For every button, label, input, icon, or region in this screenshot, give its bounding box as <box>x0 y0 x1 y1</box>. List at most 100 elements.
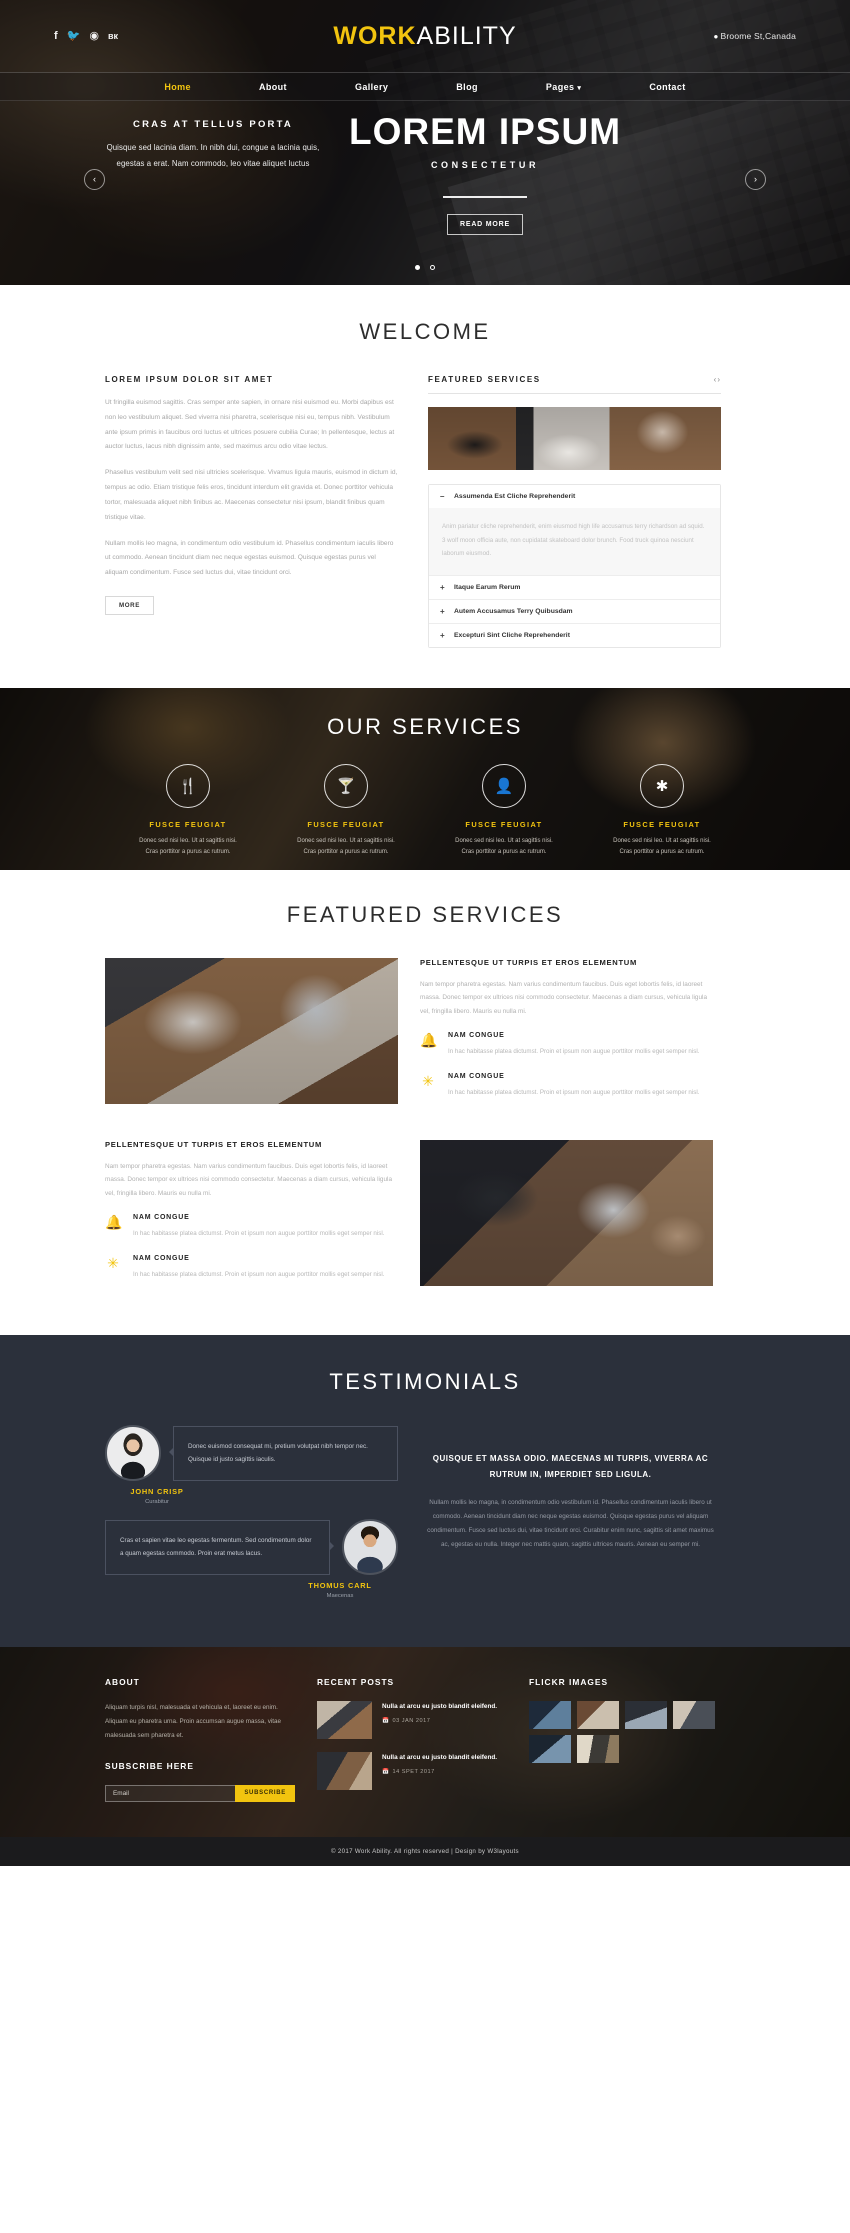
accordion-header-4[interactable]: + Excepturi Sint Cliche Reprehenderit <box>429 623 720 647</box>
bullet-title: NAM CONGUE <box>448 1072 505 1080</box>
nav-item-gallery[interactable]: Gallery <box>321 82 422 92</box>
post-thumbnail <box>317 1752 372 1791</box>
nav-item-home[interactable]: Home <box>130 82 225 92</box>
facebook-icon[interactable]: f <box>54 30 58 42</box>
minus-icon: – <box>440 492 445 501</box>
bullet-text: In hac habitasse platea dictumst. Proin … <box>448 1048 700 1056</box>
slider-dot-2[interactable] <box>430 265 436 270</box>
accordion-item: + Itaque Earum Rerum <box>429 575 720 600</box>
slider-pagination <box>0 257 850 275</box>
author-name-1: JOHN CRISP <box>130 1487 184 1497</box>
featured-heading-1: PELLENTESQUE UT TURPIS ET EROS ELEMENTUM <box>420 957 638 967</box>
accordion-item: + Excepturi Sint Cliche Reprehenderit <box>429 623 720 647</box>
nav-pages-label: Pages <box>545 81 575 92</box>
vk-icon[interactable]: вк <box>108 31 118 41</box>
featured-services-widget: FEATURED SERVICES ‹› – Assumenda Est Cli… <box>428 375 721 648</box>
accordion-header-3[interactable]: + Autem Accusamus Terry Quibusdam <box>429 599 720 623</box>
our-services-section: OUR SERVICES 🍴 FUSCE FEUGIAT Donec sed n… <box>0 687 850 870</box>
nav-item-about[interactable]: About <box>225 82 321 92</box>
our-services-title: OUR SERVICES <box>327 713 523 739</box>
recent-post-item[interactable]: Nulla at arcu eu justo blandit eleifend.… <box>317 1701 507 1740</box>
post-thumbnail <box>317 1701 372 1740</box>
slider-dot-1[interactable] <box>414 265 420 270</box>
post-date: 📅 14 SPET 2017 <box>382 1769 497 1775</box>
bell-icon: 🔔 <box>105 1214 123 1231</box>
user-icon: 👤 <box>482 763 526 808</box>
accordion-header-1[interactable]: – Assumenda Est Cliche Reprehenderit <box>429 485 720 508</box>
service-title-1: FUSCE FEUGIAT <box>149 819 227 829</box>
more-button[interactable]: MORE <box>105 596 154 616</box>
service-card-3[interactable]: 👤 FUSCE FEUGIAT Donec sed nisi leo. Ut a… <box>448 763 560 859</box>
featured-heading-2: PELLENTESQUE UT TURPIS ET EROS ELEMENTUM <box>105 1139 323 1149</box>
copyright-text: © 2017 Work Ability. All rights reserved… <box>331 1848 519 1856</box>
welcome-paragraph-1: Ut fringilla euismod sagittis. Cras semp… <box>105 399 395 451</box>
subscribe-email-input[interactable] <box>105 1784 236 1802</box>
read-more-button[interactable]: READ MORE <box>447 213 523 235</box>
footer-flickr-title: FLICKR IMAGES <box>529 1677 609 1688</box>
nav-item-blog[interactable]: Blog <box>422 82 512 92</box>
accordion-header-2[interactable]: + Itaque Earum Rerum <box>429 575 720 599</box>
service-text-2: Donec sed nisi leo. Ut at sagittis nisi.… <box>297 837 395 856</box>
service-card-2[interactable]: 🍸 FUSCE FEUGIAT Donec sed nisi leo. Ut a… <box>290 763 402 859</box>
accordion-body-1: Anim pariatur cliche reprehenderit, enim… <box>429 508 720 575</box>
testimonial-item-2: Cras et sapien vitae leo egestas ferment… <box>105 1519 398 1576</box>
footer-about-column: ABOUT Aliquam turpis nisl, malesuada et … <box>105 1677 295 1803</box>
welcome-text-column: LOREM IPSUM DOLOR SIT AMET Ut fringilla … <box>105 375 398 648</box>
flickr-thumb[interactable] <box>577 1701 619 1730</box>
service-text-3: Donec sed nisi leo. Ut at sagittis nisi.… <box>455 837 553 856</box>
testimonial-quote-2: Cras et sapien vitae leo egestas ferment… <box>105 1519 334 1576</box>
subscribe-button[interactable]: SUBSCRIBE <box>235 1784 295 1802</box>
slider-next-button[interactable]: › <box>745 169 766 190</box>
flickr-thumb[interactable] <box>625 1701 667 1730</box>
logo-bold: WORK <box>333 21 417 50</box>
accordion-item: – Assumenda Est Cliche Reprehenderit Ani… <box>429 485 720 576</box>
welcome-title: WELCOME <box>359 319 491 344</box>
bullet-text: In hac habitasse platea dictumst. Proin … <box>448 1088 700 1096</box>
footer-recent-title: RECENT POSTS <box>317 1677 395 1688</box>
logo-light: ABILITY <box>416 21 517 50</box>
plus-icon: + <box>440 630 445 640</box>
flickr-thumb[interactable] <box>577 1735 619 1764</box>
calendar-icon: 📅 <box>382 1718 390 1725</box>
carousel-next-icon[interactable]: › <box>717 375 721 384</box>
service-card-4[interactable]: ✱ FUSCE FEUGIAT Donec sed nisi leo. Ut a… <box>606 763 718 859</box>
flickr-thumb[interactable] <box>673 1701 715 1730</box>
service-card-1[interactable]: 🍴 FUSCE FEUGIAT Donec sed nisi leo. Ut a… <box>132 763 244 859</box>
chevron-down-icon: ▾ <box>577 84 582 92</box>
post-date-text: 14 SPET 2017 <box>392 1769 435 1776</box>
welcome-heading: LOREM IPSUM DOLOR SIT AMET <box>105 375 274 384</box>
flickr-thumb[interactable] <box>529 1701 571 1730</box>
slide-divider <box>443 195 527 198</box>
location-pin-icon: ● <box>713 32 719 41</box>
service-title-3: FUSCE FEUGIAT <box>465 819 543 829</box>
post-title[interactable]: Nulla at arcu eu justo blandit eleifend. <box>382 1752 497 1764</box>
featured-services-carousel-controls[interactable]: ‹› <box>714 375 721 384</box>
featured-block-1: PELLENTESQUE UT TURPIS ET EROS ELEMENTUM… <box>420 958 713 1114</box>
footer-about-title: ABOUT <box>105 1677 140 1688</box>
social-links: f 🐦 ◉ вк <box>54 30 254 42</box>
twitter-icon[interactable]: 🐦 <box>67 30 81 42</box>
recent-post-item[interactable]: Nulla at arcu eu justo blandit eleifend.… <box>317 1752 507 1791</box>
nav-item-pages[interactable]: Pages ▾ <box>512 82 615 92</box>
featured-services-title: FEATURED SERVICES <box>286 901 564 927</box>
slider-prev-button[interactable]: ‹ <box>84 169 105 190</box>
testimonial-author-2: THOMUS CARL Maecenas <box>295 1581 385 1599</box>
welcome-paragraph-3: Nullam mollis leo magna, in condimentum … <box>105 539 394 577</box>
bullet-title: NAM CONGUE <box>448 1032 505 1040</box>
post-title[interactable]: Nulla at arcu eu justo blandit eleifend. <box>382 1701 497 1713</box>
header-address: ● Broome St,Canada <box>596 31 796 41</box>
slide-subtitle: CONSECTETUR <box>430 159 540 170</box>
flickr-thumb[interactable] <box>529 1735 571 1764</box>
testimonials-title: TESTIMONIALS <box>329 1369 521 1395</box>
rss-icon[interactable]: ◉ <box>89 30 99 42</box>
nav-item-contact[interactable]: Contact <box>615 82 719 92</box>
asterisk-icon: ✱ <box>640 763 684 808</box>
service-title-4: FUSCE FEUGIAT <box>623 819 701 829</box>
testimonials-list: Donec euismod consequat mi, pretium volu… <box>105 1425 398 1599</box>
site-logo[interactable]: WORKABILITY <box>254 22 596 51</box>
featured-block-2: PELLENTESQUE UT TURPIS ET EROS ELEMENTUM… <box>105 1140 398 1296</box>
accordion-title-3: Autem Accusamus Terry Quibusdam <box>454 607 573 615</box>
featured-image-1 <box>105 957 398 1104</box>
bullet-text: In hac habitasse platea dictumst. Proin … <box>133 1270 385 1278</box>
testimonials-summary: QUISQUE ET MASSA ODIO. MAECENAS MI TURPI… <box>424 1425 717 1599</box>
